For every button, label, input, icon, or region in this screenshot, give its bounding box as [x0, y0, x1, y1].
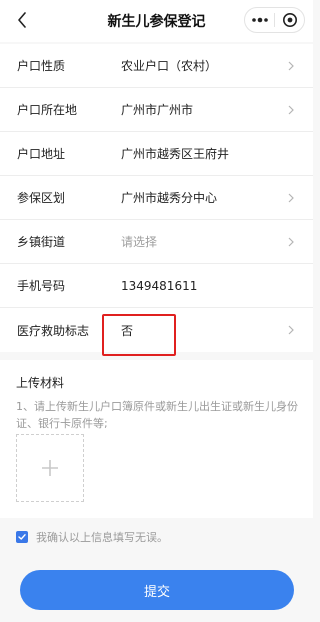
plus-icon [42, 460, 58, 476]
chevron-right-icon [286, 104, 296, 116]
form-row-street[interactable]: 乡镇街道 请选择 [0, 220, 313, 264]
chevron-right-icon [286, 324, 296, 336]
field-value: 广州市广州市 [121, 103, 194, 117]
upload-section: 上传材料 1、请上传新生儿户口簿原件或新生儿出生证或新生儿身份证、银行卡原件等; [0, 360, 313, 518]
field-label: 乡镇街道 [17, 235, 66, 249]
app-page: 新生儿参保登记 户口性质 农业户口（农村） 户口所在地 广州市广州市 户口地址 … [0, 0, 313, 622]
confirm-row[interactable]: 我确认以上信息填写无误。 [16, 528, 168, 546]
more-button[interactable] [245, 8, 274, 32]
confirm-checkbox[interactable] [16, 531, 28, 543]
check-icon [18, 534, 26, 540]
form-row-phone[interactable]: 手机号码 1349481611 [0, 264, 313, 308]
back-button[interactable] [12, 10, 32, 30]
chevron-right-icon [286, 236, 296, 248]
upload-add-button[interactable] [16, 434, 84, 502]
confirm-text: 我确认以上信息填写无误。 [36, 531, 168, 544]
field-value: 广州市越秀分中心 [121, 191, 218, 205]
form-row-hukou-address[interactable]: 户口地址 广州市越秀区王府井 [0, 132, 313, 176]
form-row-medical-aid[interactable]: 医疗救助标志 否 [0, 308, 313, 352]
field-placeholder: 请选择 [121, 235, 158, 249]
target-circle-icon [282, 13, 297, 27]
field-label: 户口性质 [17, 59, 66, 73]
close-mini-program-button[interactable] [275, 8, 304, 32]
field-value: 否 [121, 323, 134, 338]
page-title: 新生儿参保登记 [107, 14, 206, 30]
chevron-right-icon [286, 60, 296, 72]
submit-button[interactable]: 提交 [20, 570, 294, 610]
navigation-bar: 新生儿参保登记 [0, 0, 313, 42]
phone-input[interactable]: 1349481611 [121, 279, 197, 293]
chevron-left-icon [18, 12, 26, 28]
field-value: 广州市越秀区王府井 [121, 147, 230, 161]
field-label: 手机号码 [17, 279, 66, 293]
field-label: 户口所在地 [17, 103, 78, 117]
mini-program-capsule [244, 7, 305, 33]
registration-form: 户口性质 农业户口（农村） 户口所在地 广州市广州市 户口地址 广州市越秀区王府… [0, 44, 313, 352]
field-label: 医疗救助标志 [17, 323, 90, 338]
form-row-hukou-location[interactable]: 户口所在地 广州市广州市 [0, 88, 313, 132]
form-row-hukou-type[interactable]: 户口性质 农业户口（农村） [0, 44, 313, 88]
form-row-insurance-district[interactable]: 参保区划 广州市越秀分中心 [0, 176, 313, 220]
field-label: 户口地址 [17, 147, 66, 161]
field-label: 参保区划 [17, 191, 66, 205]
upload-description: 1、请上传新生儿户口簿原件或新生儿出生证或新生儿身份证、银行卡原件等; [16, 400, 298, 430]
field-value: 农业户口（农村） [121, 59, 218, 73]
more-dots-icon [251, 17, 268, 23]
chevron-right-icon [286, 192, 296, 204]
upload-title: 上传材料 [16, 376, 65, 390]
